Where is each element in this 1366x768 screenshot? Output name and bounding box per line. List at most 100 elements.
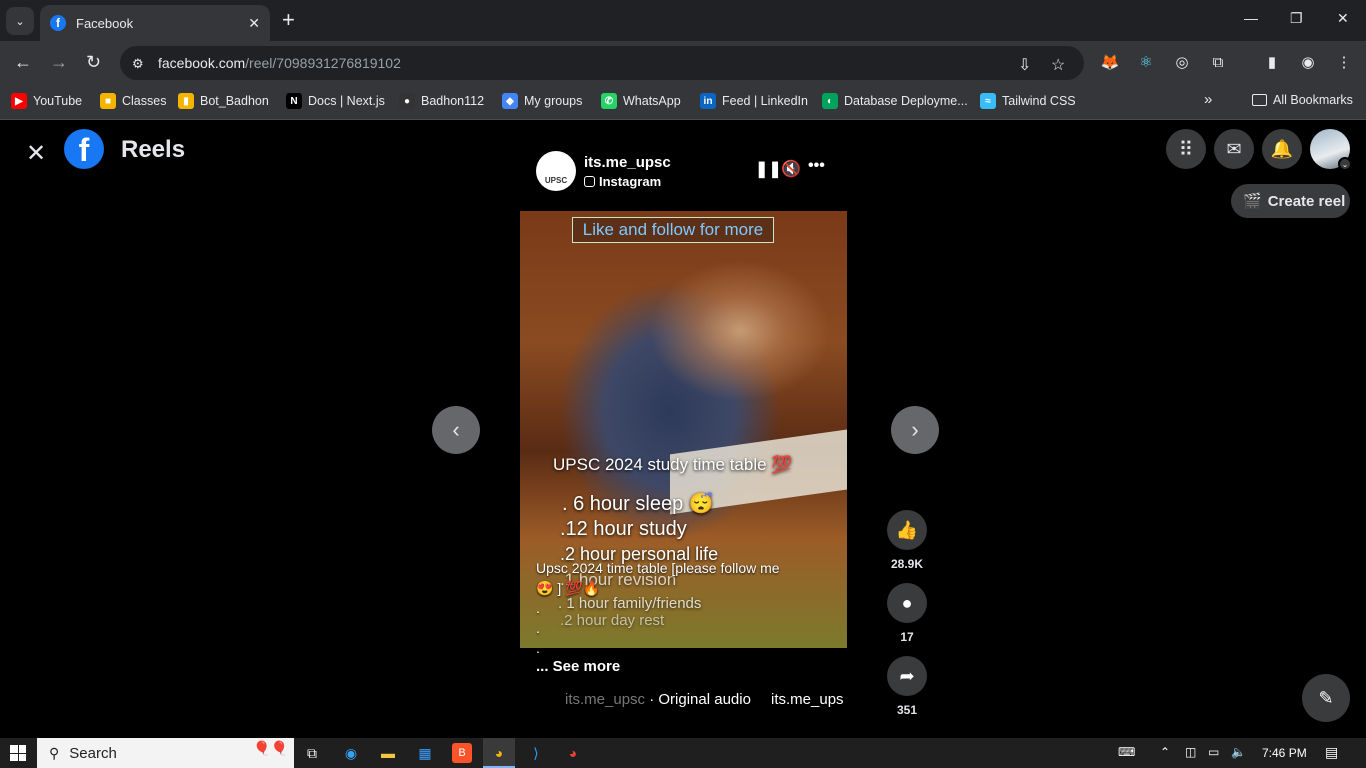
forward-icon[interactable]: → [50, 52, 68, 73]
bookmark-item[interactable]: ■ Classes [100, 93, 166, 109]
bookmark-item[interactable]: N Docs | Next.js [286, 93, 385, 109]
notifications-button[interactable]: 🔔 [1262, 129, 1302, 169]
metamask-extension-icon[interactable]: 🦊 [1101, 53, 1120, 71]
bookmark-item[interactable]: ◐ Database Deployme... [822, 93, 968, 109]
reel-username[interactable]: its.me_upsc [584, 154, 671, 171]
facebook-logo-icon[interactable]: f [64, 129, 104, 169]
bookmark-item[interactable]: ▶ YouTube [11, 93, 82, 109]
facebook-favicon-icon: f [50, 15, 66, 31]
account-chevron-icon[interactable]: ⌄ [1338, 157, 1352, 171]
bookmarks-overflow-icon[interactable]: » [1204, 91, 1212, 108]
extensions-puzzle-icon[interactable]: ⧉ [1209, 53, 1227, 71]
menu-kebab-icon[interactable]: ⋮ [1335, 53, 1353, 71]
store-icon[interactable]: ▦ [415, 743, 435, 763]
like-count: 28.9K [890, 557, 924, 571]
bookmark-star-icon[interactable]: ☆ [1051, 55, 1065, 75]
share-button[interactable]: ➦ [887, 656, 927, 696]
bookmark-icon: ▮ [178, 93, 194, 109]
all-bookmarks-folder[interactable]: All Bookmarks [1252, 93, 1353, 107]
comment-count: 17 [900, 630, 914, 644]
audio-author: its.me_upsc [565, 691, 646, 708]
reels-page: ✕ f Reels ⠿ ✉ 🔔 ⌄ 🎬 Create reel UPSC its… [0, 121, 1366, 738]
messenger-button[interactable]: ✉ [1214, 129, 1254, 169]
side-panel-icon[interactable]: ▮ [1263, 53, 1281, 71]
browser-tab[interactable]: f Facebook ✕ [40, 5, 270, 41]
minimize-icon[interactable]: — [1244, 10, 1258, 26]
bookmark-item[interactable]: ✆ WhatsApp [601, 93, 681, 109]
vscode-icon[interactable]: ⟩ [526, 743, 546, 763]
volume-icon[interactable]: 🔈 [1231, 745, 1246, 759]
edge-icon[interactable]: ◉ [341, 743, 361, 763]
tab-search-button[interactable]: ⌄ [6, 7, 34, 35]
install-app-icon[interactable]: ⇩ [1018, 55, 1031, 75]
chrome-icon[interactable]: ◕ [489, 743, 509, 763]
tab-title: Facebook [76, 15, 134, 31]
notification-center-icon[interactable]: ▤ [1325, 744, 1338, 761]
bookmark-label: Badhon112 [421, 94, 485, 108]
comment-button[interactable]: ● [887, 583, 927, 623]
compose-icon: ✎ [1318, 687, 1334, 708]
reload-icon[interactable]: ↻ [86, 52, 101, 73]
restore-icon[interactable]: ❐ [1290, 10, 1303, 27]
bookmark-item[interactable]: in Feed | LinkedIn [700, 93, 808, 109]
bookmark-item[interactable]: ▮ Bot_Badhon [178, 93, 269, 109]
search-icon: ⚲ [49, 744, 60, 761]
browser-toolbar: ← → ↻ ⚙ facebook.com/reel/70989312768191… [0, 41, 1366, 85]
tab-strip: ⌄ f Facebook ✕ + — ❐ ✕ [0, 0, 1366, 41]
see-more-link[interactable]: ... See more [536, 658, 620, 675]
chevron-left-icon: ‹ [452, 417, 460, 442]
reel-audio[interactable]: its.me_upsc · Original audio [565, 691, 751, 708]
meet-now-icon[interactable]: ◫ [1185, 745, 1196, 759]
network-icon[interactable]: ▭ [1208, 745, 1219, 759]
close-reels-icon[interactable]: ✕ [26, 139, 46, 168]
site-info-icon[interactable]: ⚙ [132, 56, 148, 71]
create-reel-label: Create reel [1267, 192, 1346, 210]
windows-start-icon[interactable] [10, 745, 26, 761]
like-button[interactable]: 👍 [887, 510, 927, 550]
windows-taskbar: ⚲ Search 🎈🎈 ⧉ ◉ ▬ ▦ B ◕ ⟩ ◕ ⌨ ⌃ ◫ ▭ 🔈 7:… [0, 738, 1366, 768]
bookmark-item[interactable]: ◆ My groups [502, 93, 582, 109]
address-bar[interactable]: ⚙ facebook.com/reel/7098931276819102 ⇩ ☆ [120, 46, 1084, 80]
bookmark-icon: ■ [100, 93, 116, 109]
chrome-profile-icon[interactable]: ◕ [563, 743, 583, 763]
keyboard-icon[interactable]: ⌨ [1118, 745, 1135, 759]
caption-line: . [536, 640, 540, 656]
tab-close-icon[interactable]: ✕ [248, 15, 260, 32]
menu-grid-button[interactable]: ⠿ [1166, 129, 1206, 169]
bookmark-icon: ▶ [11, 93, 27, 109]
instagram-icon [584, 176, 595, 187]
more-options-icon[interactable]: ••• [808, 157, 825, 175]
reel-author-avatar[interactable]: UPSC [536, 151, 576, 191]
tray-chevron-icon[interactable]: ⌃ [1160, 745, 1170, 759]
mute-icon[interactable]: 🔇 [781, 159, 801, 179]
create-reel-button[interactable]: 🎬 Create reel [1231, 184, 1350, 218]
next-reel-button[interactable]: › [891, 406, 939, 454]
extension-target-icon[interactable]: ◎ [1173, 53, 1191, 71]
bookmark-item[interactable]: ≈ Tailwind CSS [980, 93, 1076, 109]
taskbar-search-box[interactable]: ⚲ Search 🎈🎈 [37, 738, 294, 768]
react-devtools-icon[interactable]: ⚛ [1137, 53, 1155, 71]
reel-audio-next[interactable]: its.me_ups [771, 691, 844, 708]
previous-reel-button[interactable]: ‹ [432, 406, 480, 454]
reel-source: Instagram [584, 174, 661, 189]
back-icon[interactable]: ← [14, 52, 32, 73]
task-view-icon[interactable]: ⧉ [302, 743, 322, 763]
caption-line: . [536, 600, 540, 616]
new-message-button[interactable]: ✎ [1302, 674, 1350, 722]
new-tab-icon[interactable]: + [282, 9, 295, 31]
profile-icon[interactable]: ◉ [1299, 53, 1317, 71]
window-close-icon[interactable]: ✕ [1337, 10, 1349, 27]
all-bookmarks-label: All Bookmarks [1273, 93, 1353, 107]
brave-icon[interactable]: B [452, 743, 472, 763]
bookmark-label: YouTube [33, 94, 83, 108]
bookmark-icon: ◐ [822, 93, 838, 109]
video-overlay-line: .12 hour study [560, 518, 687, 540]
file-explorer-icon[interactable]: ▬ [378, 743, 398, 763]
bookmark-item[interactable]: ● Badhon112 [399, 93, 484, 109]
pause-icon[interactable]: ❚❚ [755, 159, 782, 179]
search-highlight-icon: 🎈🎈 [253, 740, 288, 756]
video-overlay-heading: UPSC 2024 study time table 💯 [553, 455, 793, 474]
clock[interactable]: 7:46 PM [1262, 746, 1307, 760]
url-path: /reel/7098931276819102 [245, 55, 401, 71]
bookmark-icon: ● [399, 93, 415, 109]
